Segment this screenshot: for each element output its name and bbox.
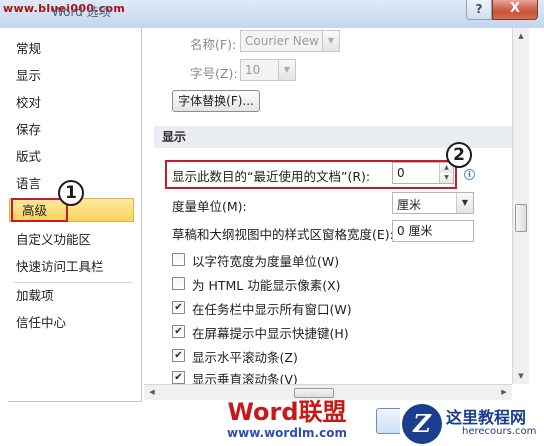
logo-url: www.wordlm.com <box>227 426 347 440</box>
sidebar-divider <box>14 282 132 283</box>
style-area-width-input[interactable]: 0 厘米 <box>392 220 474 242</box>
info-icon: i <box>464 169 475 180</box>
checkbox-box[interactable] <box>172 277 185 290</box>
wordlm-logo: Word联盟 www.wordlm.com <box>212 398 362 442</box>
scroll-left-icon[interactable]: ◀ <box>144 385 160 400</box>
sidebar-item-quick-access[interactable]: 快速访问工具栏 <box>16 256 104 278</box>
spin-arrows-icon[interactable]: ▲ ▼ <box>439 163 453 183</box>
close-button[interactable]: X <box>492 0 538 20</box>
checkbox-label: 在屏幕提示中显示快捷键(H) <box>192 326 349 341</box>
help-button[interactable]: ? <box>466 0 492 20</box>
font-name-label: 名称(F): <box>190 37 237 52</box>
measurement-units-label: 度量单位(M): <box>172 199 247 214</box>
corner-site-name: 这里教程网 <box>446 408 527 427</box>
close-icon: X <box>509 1 521 16</box>
help-icon: ? <box>475 2 483 16</box>
sidebar-item-display[interactable]: 显示 <box>16 65 41 87</box>
sidebar-item-general[interactable]: 常规 <box>16 38 41 60</box>
checkbox-label: 为 HTML 功能显示像素(X) <box>192 278 341 293</box>
checkbox-label: 在任务栏中显示所有窗口(W) <box>192 302 352 317</box>
chevron-down-icon: ▼ <box>456 193 473 213</box>
measurement-units-value: 厘米 <box>397 198 422 212</box>
checkbox-box[interactable] <box>172 253 185 266</box>
font-name-combo[interactable]: Courier New ▼ <box>240 30 340 52</box>
dialog-title: Word 选项 <box>52 5 111 19</box>
check-mark-icon[interactable]: ✔ <box>172 349 185 362</box>
corner-badge-icon: Z <box>402 404 442 444</box>
scroll-right-icon[interactable]: ▶ <box>496 385 512 400</box>
check-mark-icon[interactable]: ✔ <box>172 371 185 384</box>
sidebar-item-save[interactable]: 保存 <box>16 119 41 141</box>
chevron-down-icon: ▼ <box>278 60 295 80</box>
logo-word: Word <box>227 398 299 426</box>
sidebar-item-language[interactable]: 语言 <box>16 173 41 195</box>
style-area-width-value: 0 厘米 <box>397 224 433 238</box>
chevron-down-icon: ▼ <box>322 31 339 51</box>
vertical-scroll-thumb[interactable] <box>515 204 527 232</box>
herecours-logo: Z 这里教程网 herecours.com <box>400 402 544 446</box>
font-size-label: 字号(Z): <box>190 66 238 81</box>
sidebar-item-advanced[interactable]: 高级 <box>22 200 47 222</box>
measurement-units-combo[interactable]: 厘米 ▼ <box>392 192 474 214</box>
callout-marker-1: 1 <box>58 180 84 206</box>
font-substitution-button[interactable]: 字体替换(F)... <box>172 90 260 112</box>
scroll-down-icon[interactable]: ▼ <box>513 368 529 384</box>
sidebar-item-trust-center[interactable]: 信任中心 <box>16 312 66 334</box>
scroll-up-icon[interactable]: ▲ <box>513 28 529 44</box>
wordlm-brand: Word联盟 <box>212 398 362 426</box>
sidebar-item-addins[interactable]: 加载项 <box>16 285 54 307</box>
sidebar-item-proofing[interactable]: 校对 <box>16 92 41 114</box>
callout-marker-2: 2 <box>446 142 472 168</box>
check-mark-icon[interactable]: ✔ <box>172 301 185 314</box>
check-mark-icon[interactable]: ✔ <box>172 325 185 338</box>
font-size-value: 10 <box>245 63 261 77</box>
corner-site-url: herecours.com <box>462 426 537 437</box>
checkbox-label: 显示水平滚动条(Z) <box>192 350 298 365</box>
word-options-dialog: www.bluei000.com Word 选项 ? X 常规 显示 校对 保存… <box>0 0 544 446</box>
recent-docs-label: 显示此数目的“最近使用的文档”(R): <box>172 169 371 184</box>
font-name-value: Courier New <box>245 34 319 48</box>
recent-docs-value: 0 <box>397 166 405 180</box>
style-area-width-label: 草稿和大纲视图中的样式区窗格宽度(E): <box>172 227 394 242</box>
checkbox-label: 以字符宽度为度量单位(W) <box>192 254 340 269</box>
horizontal-scroll-thumb[interactable] <box>294 388 334 398</box>
vertical-scrollbar[interactable]: ▲ ▼ <box>512 28 529 384</box>
ok-button-partial[interactable] <box>376 408 400 434</box>
font-size-combo[interactable]: 10 ▼ <box>240 59 296 81</box>
sidebar-item-customize-ribbon[interactable]: 自定义功能区 <box>16 229 91 251</box>
sidebar-item-layout[interactable]: 版式 <box>16 146 41 168</box>
title-bar: www.bluei000.com Word 选项 ? X <box>0 0 544 28</box>
recent-docs-spinner[interactable]: 0 ▲ ▼ <box>392 162 454 184</box>
logo-cn: 联盟 <box>298 398 347 426</box>
advanced-options-panel: 名称(F): Courier New ▼ 字号(Z): 10 ▼ 字体替换(F)… <box>144 28 512 384</box>
checkbox-label: 显示垂直滚动条(V) <box>192 372 298 384</box>
